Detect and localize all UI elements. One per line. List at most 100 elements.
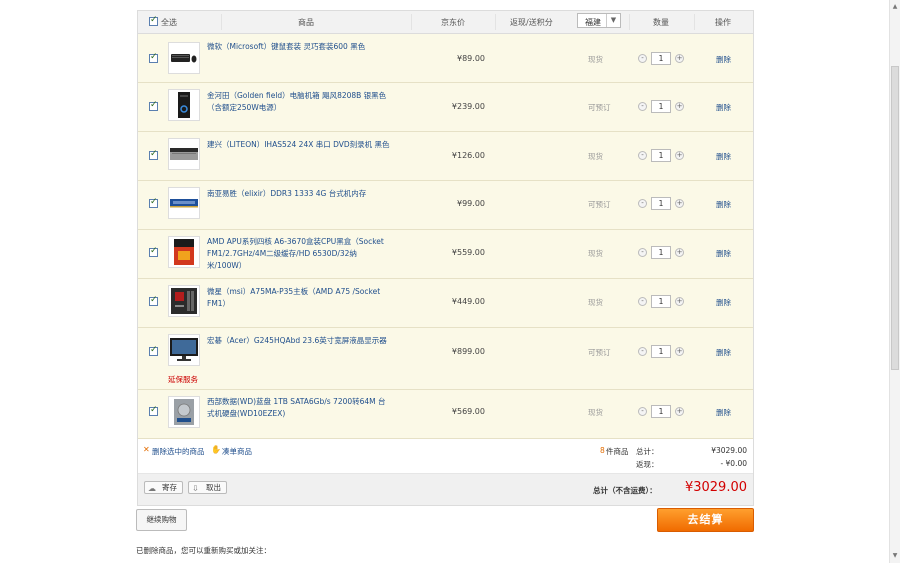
item-name[interactable]: 西部数据(WD)蓝盘 1TB SATA6Gb/s 7200转64M 台式机硬盘(… bbox=[207, 396, 392, 420]
scroll-down-icon[interactable]: ▼ bbox=[891, 552, 899, 560]
item-name[interactable]: 建兴（LITEON）IHAS524 24X 串口 DVD刻录机 黑色 bbox=[207, 139, 392, 151]
cashback-column-header: 返现/送积分 bbox=[510, 18, 553, 27]
item-stock: 现货 bbox=[588, 55, 603, 64]
item-price: ¥99.00 bbox=[457, 199, 485, 208]
motherboard-icon[interactable] bbox=[168, 285, 200, 317]
item-checkbox[interactable] bbox=[149, 100, 158, 111]
quantity-input[interactable]: 1 bbox=[651, 52, 671, 65]
cart-row: 建兴（LITEON）IHAS524 24X 串口 DVD刻录机 黑色 ¥126.… bbox=[138, 132, 753, 181]
item-price: ¥559.00 bbox=[451, 248, 485, 257]
delete-link[interactable]: 删除 bbox=[716, 151, 731, 162]
quantity-stepper: - 1 + bbox=[638, 345, 684, 358]
checkout-button[interactable]: 去结算 bbox=[657, 508, 754, 532]
delete-link[interactable]: 删除 bbox=[716, 199, 731, 210]
decrease-button[interactable]: - bbox=[638, 151, 647, 160]
item-stock: 现货 bbox=[588, 152, 603, 161]
item-stock: 可预订 bbox=[588, 348, 611, 357]
delete-link[interactable]: 删除 bbox=[716, 248, 731, 259]
store-button[interactable]: ☁ 寄存 bbox=[144, 481, 183, 494]
delete-link[interactable]: 删除 bbox=[716, 347, 731, 358]
item-name[interactable]: 宏碁（Acer）G245HQAbd 23.6英寸宽屏液晶显示器 bbox=[207, 335, 392, 347]
cashback-label: 返现： bbox=[636, 460, 659, 469]
add-on-items-link[interactable]: 凑单商品 bbox=[222, 446, 252, 457]
increase-button[interactable]: + bbox=[675, 54, 684, 63]
quantity-column-header: 数量 bbox=[653, 18, 669, 27]
cart-row: AMD APU系列四核 A6-3670盒装CPU黑盒（Socket FM1/2.… bbox=[138, 230, 753, 279]
scrollbar-thumb[interactable] bbox=[891, 66, 899, 370]
chevron-down-icon: ▼ bbox=[606, 14, 620, 27]
close-icon[interactable]: ✕ bbox=[143, 445, 150, 454]
total-value: ¥3029.00 bbox=[684, 480, 747, 495]
cart-row: 微软（Microsoft）键鼠套装 灵巧套装600 黑色 ¥89.00 现货 -… bbox=[138, 34, 753, 83]
continue-shopping-button[interactable]: 继续购物 bbox=[136, 509, 187, 531]
decrease-button[interactable]: - bbox=[638, 54, 647, 63]
cashback-value: - ¥0.00 bbox=[720, 459, 747, 468]
decrease-button[interactable]: - bbox=[638, 297, 647, 306]
retrieve-button[interactable]: ⇩ 取出 bbox=[188, 481, 227, 494]
select-all-label[interactable]: 全选 bbox=[161, 17, 177, 28]
item-name[interactable]: 微星（msi）A75MA-P35主板（AMD A75 /Socket FM1） bbox=[207, 286, 392, 310]
delete-link[interactable]: 删除 bbox=[716, 54, 731, 65]
delete-link[interactable]: 删除 bbox=[716, 407, 731, 418]
hard-drive-icon[interactable] bbox=[168, 396, 200, 428]
vertical-scrollbar[interactable]: ▲ ▼ bbox=[889, 0, 900, 563]
item-checkbox[interactable] bbox=[149, 295, 158, 306]
keyboard-icon[interactable] bbox=[168, 42, 200, 74]
item-name[interactable]: 金河田（Golden field）电脑机箱 飓风8208B 银黑色（含额定250… bbox=[207, 90, 392, 114]
item-name[interactable]: 南亚易胜（elixir）DDR3 1333 4G 台式机内存 bbox=[207, 188, 392, 200]
increase-button[interactable]: + bbox=[675, 347, 684, 356]
cart-header: 全选 商品 京东价 返现/送积分 福建 ▼ 数量 操作 bbox=[138, 11, 753, 34]
ram-icon[interactable] bbox=[168, 187, 200, 219]
decrease-button[interactable]: - bbox=[638, 102, 647, 111]
dvd-drive-icon[interactable] bbox=[168, 138, 200, 170]
increase-button[interactable]: + bbox=[675, 248, 684, 257]
decrease-button[interactable]: - bbox=[638, 407, 647, 416]
cpu-box-icon[interactable] bbox=[168, 236, 200, 268]
quantity-input[interactable]: 1 bbox=[651, 295, 671, 308]
delete-selected-link[interactable]: 删除选中的商品 bbox=[152, 446, 205, 457]
item-checkbox[interactable] bbox=[149, 345, 158, 356]
quantity-stepper: - 1 + bbox=[638, 149, 684, 162]
increase-button[interactable]: + bbox=[675, 102, 684, 111]
total-label: 总计（不含运费）： bbox=[593, 486, 657, 495]
item-checkbox[interactable] bbox=[149, 52, 158, 63]
decrease-button[interactable]: - bbox=[638, 347, 647, 356]
quantity-input[interactable]: 1 bbox=[651, 405, 671, 418]
cart-row: 延保服务 宏碁（Acer）G245HQAbd 23.6英寸宽屏液晶显示器 ¥89… bbox=[138, 328, 753, 390]
quantity-input[interactable]: 1 bbox=[651, 345, 671, 358]
increase-button[interactable]: + bbox=[675, 151, 684, 160]
increase-button[interactable]: + bbox=[675, 199, 684, 208]
item-checkbox[interactable] bbox=[149, 149, 158, 160]
item-name[interactable]: 微软（Microsoft）键鼠套装 灵巧套装600 黑色 bbox=[207, 41, 392, 53]
scroll-up-icon[interactable]: ▲ bbox=[891, 3, 899, 11]
decrease-button[interactable]: - bbox=[638, 199, 647, 208]
quantity-input[interactable]: 1 bbox=[651, 246, 671, 259]
region-select[interactable]: 福建 ▼ bbox=[577, 13, 621, 28]
quantity-input[interactable]: 1 bbox=[651, 197, 671, 210]
item-price: ¥569.00 bbox=[451, 407, 485, 416]
quantity-stepper: - 1 + bbox=[638, 100, 684, 113]
quantity-stepper: - 1 + bbox=[638, 295, 684, 308]
cloud-icon: ☁ bbox=[148, 484, 156, 493]
decrease-button[interactable]: - bbox=[638, 248, 647, 257]
quantity-input[interactable]: 1 bbox=[651, 100, 671, 113]
item-checkbox[interactable] bbox=[149, 197, 158, 208]
quantity-stepper: - 1 + bbox=[638, 197, 684, 210]
select-all-checkbox[interactable] bbox=[149, 15, 158, 26]
item-stock: 现货 bbox=[588, 408, 603, 417]
subtotal-value: ¥3029.00 bbox=[711, 446, 747, 455]
store-label: 寄存 bbox=[162, 483, 177, 492]
item-checkbox[interactable] bbox=[149, 246, 158, 257]
cart-row: 南亚易胜（elixir）DDR3 1333 4G 台式机内存 ¥99.00 可预… bbox=[138, 181, 753, 230]
quantity-stepper: - 1 + bbox=[638, 52, 684, 65]
item-name[interactable]: AMD APU系列四核 A6-3670盒装CPU黑盒（Socket FM1/2.… bbox=[207, 236, 392, 272]
item-checkbox[interactable] bbox=[149, 405, 158, 416]
quantity-input[interactable]: 1 bbox=[651, 149, 671, 162]
pc-case-icon[interactable] bbox=[168, 89, 200, 121]
increase-button[interactable]: + bbox=[675, 297, 684, 306]
delete-link[interactable]: 删除 bbox=[716, 102, 731, 113]
delete-link[interactable]: 删除 bbox=[716, 297, 731, 308]
warranty-service-link[interactable]: 延保服务 bbox=[168, 374, 198, 385]
monitor-icon[interactable] bbox=[168, 334, 200, 366]
increase-button[interactable]: + bbox=[675, 407, 684, 416]
